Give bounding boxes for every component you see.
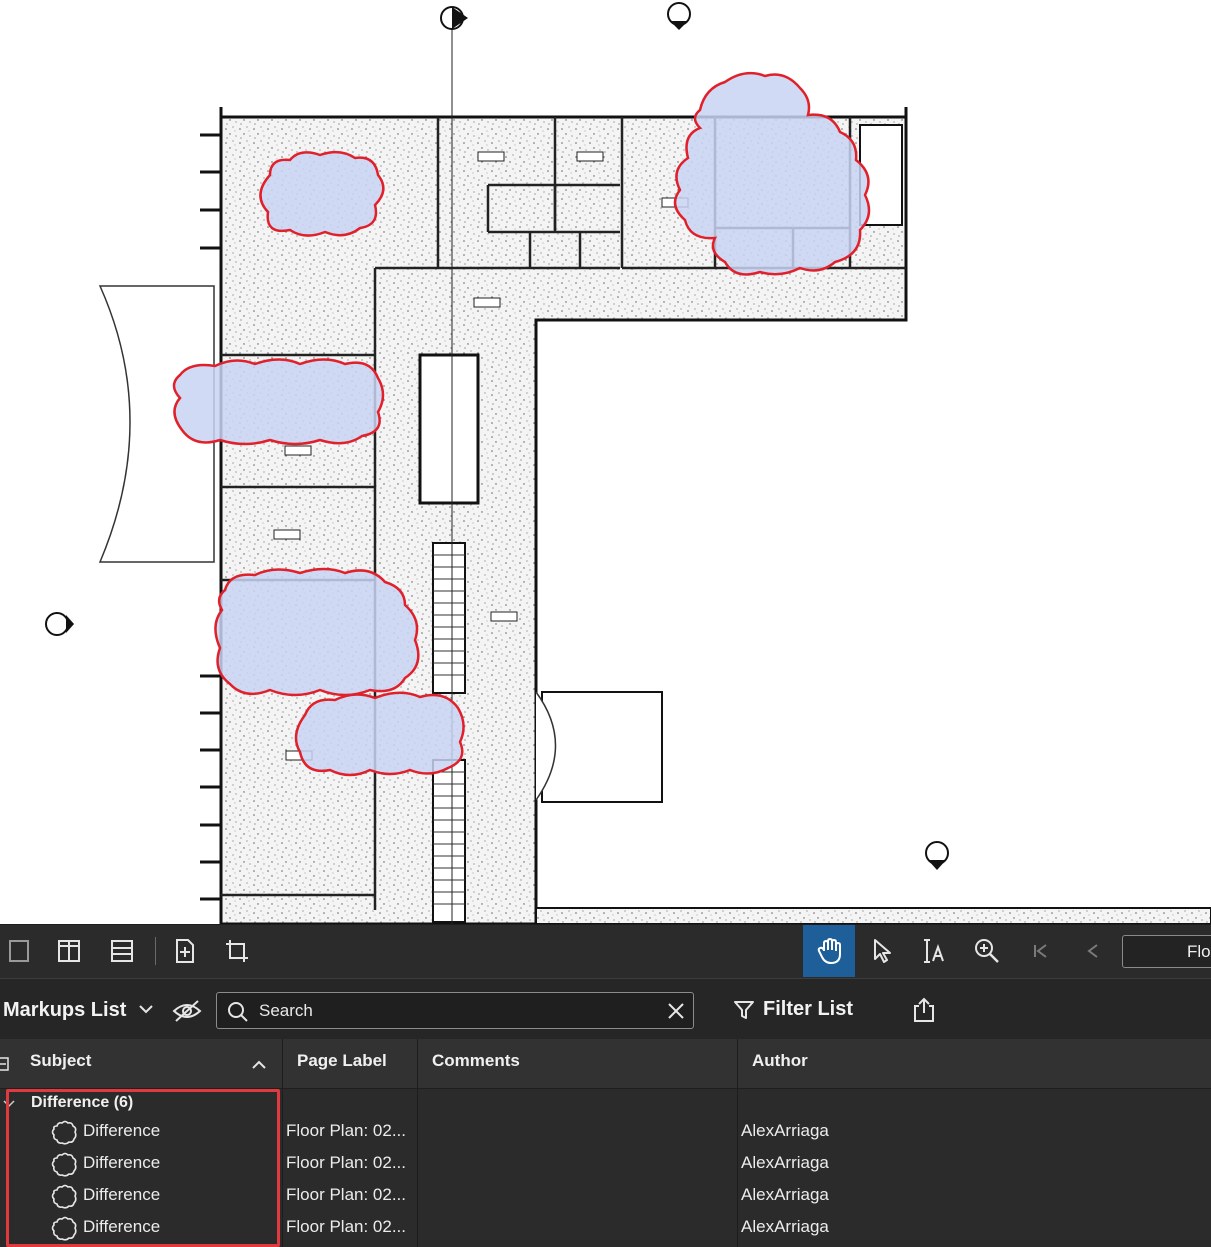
column-header-page-label[interactable]: Page Label bbox=[282, 1039, 417, 1089]
cloud-markup-icon bbox=[50, 1184, 78, 1215]
table-row[interactable]: Difference Floor Plan: 02... AlexArriaga bbox=[0, 1116, 1211, 1148]
select-tool-button[interactable] bbox=[865, 925, 899, 977]
markups-table-body: Difference (6) Difference Floor Plan: 02… bbox=[0, 1089, 1211, 1247]
single-page-icon bbox=[9, 940, 29, 962]
row-subject: Difference bbox=[83, 1185, 161, 1204]
filter-icon bbox=[734, 1000, 754, 1019]
split-vertical-button[interactable] bbox=[52, 925, 86, 977]
insert-page-button[interactable] bbox=[168, 925, 202, 977]
row-author: AlexArriaga bbox=[741, 1121, 829, 1140]
zoom-in-icon bbox=[975, 939, 999, 963]
row-page-label: Floor Plan: 02... bbox=[286, 1217, 407, 1236]
row-subject: Difference bbox=[83, 1217, 161, 1236]
cloud-markup-icon bbox=[50, 1152, 78, 1183]
search-box bbox=[216, 992, 694, 1029]
column-header-subject[interactable]: Subject bbox=[16, 1039, 282, 1089]
markups-list-title[interactable]: Markups List bbox=[3, 999, 126, 1022]
floor-plan-drawing bbox=[45, 2, 1211, 924]
group-label: Difference (6) bbox=[31, 1094, 134, 1111]
markups-panel: Markups List Filter List bbox=[0, 978, 1211, 1247]
text-select-icon bbox=[924, 939, 944, 963]
row-page-label: Floor Plan: 02... bbox=[286, 1121, 407, 1140]
app-window: Flo Markups List Filter List bbox=[0, 0, 1211, 1247]
close-icon[interactable] bbox=[666, 1001, 686, 1026]
column-header-row: Subject Page Label Comments Author bbox=[0, 1039, 1211, 1089]
collapse-all-icon[interactable] bbox=[0, 1056, 10, 1077]
split-vertical-icon bbox=[58, 940, 80, 962]
filter-list-button[interactable]: Filter List bbox=[733, 998, 853, 1021]
column-header-author[interactable]: Author bbox=[737, 1039, 1211, 1089]
chevron-down-icon[interactable] bbox=[138, 1001, 154, 1022]
pan-tool-button[interactable] bbox=[803, 925, 855, 977]
group-row-difference[interactable]: Difference (6) bbox=[0, 1089, 1211, 1117]
first-page-icon bbox=[1034, 944, 1047, 958]
table-row[interactable]: Difference Floor Plan: 02... AlexArriaga bbox=[0, 1212, 1211, 1244]
table-row[interactable]: Difference Floor Plan: 02... AlexArriaga bbox=[0, 1180, 1211, 1212]
chevron-down-icon[interactable] bbox=[2, 1097, 16, 1115]
cloud-markup-icon bbox=[50, 1216, 78, 1247]
bottom-toolbar: Flo bbox=[0, 924, 1211, 978]
zoom-in-tool-button[interactable] bbox=[970, 925, 1004, 977]
cloud-markup-icon bbox=[50, 1120, 78, 1151]
crop-page-button[interactable] bbox=[220, 925, 254, 977]
markups-panel-header: Markups List Filter List bbox=[0, 979, 1211, 1039]
filter-list-label: Filter List bbox=[763, 998, 854, 1020]
export-icon[interactable] bbox=[912, 997, 936, 1028]
previous-page-icon bbox=[1087, 944, 1098, 958]
row-subject: Difference bbox=[83, 1121, 161, 1140]
row-subject: Difference bbox=[83, 1153, 161, 1172]
split-horizontal-button[interactable] bbox=[105, 925, 139, 977]
toolbar-divider bbox=[155, 937, 156, 965]
search-icon bbox=[227, 1001, 249, 1028]
previous-page-button[interactable] bbox=[1078, 925, 1108, 977]
first-page-button[interactable] bbox=[1025, 925, 1055, 977]
insert-page-icon bbox=[176, 939, 194, 963]
table-row[interactable]: Difference Floor Plan: 02... AlexArriaga bbox=[0, 1148, 1211, 1180]
row-author: AlexArriaga bbox=[741, 1153, 829, 1172]
crop-page-icon bbox=[226, 940, 248, 962]
eye-off-icon[interactable] bbox=[172, 999, 202, 1028]
row-author: AlexArriaga bbox=[741, 1217, 829, 1236]
search-input[interactable] bbox=[259, 999, 649, 1023]
split-horizontal-icon bbox=[111, 940, 133, 962]
row-page-label: Floor Plan: 02... bbox=[286, 1185, 407, 1204]
text-select-tool-button[interactable] bbox=[917, 925, 951, 977]
row-author: AlexArriaga bbox=[741, 1185, 829, 1204]
select-arrow-icon bbox=[874, 939, 891, 963]
sort-up-icon[interactable] bbox=[251, 1057, 267, 1075]
single-page-view-button[interactable] bbox=[2, 925, 36, 977]
drawing-canvas[interactable] bbox=[0, 0, 1211, 924]
column-header-comments[interactable]: Comments bbox=[417, 1039, 737, 1089]
page-number-field[interactable]: Flo bbox=[1122, 935, 1211, 968]
row-page-label: Floor Plan: 02... bbox=[286, 1153, 407, 1172]
pan-hand-icon bbox=[817, 938, 841, 964]
